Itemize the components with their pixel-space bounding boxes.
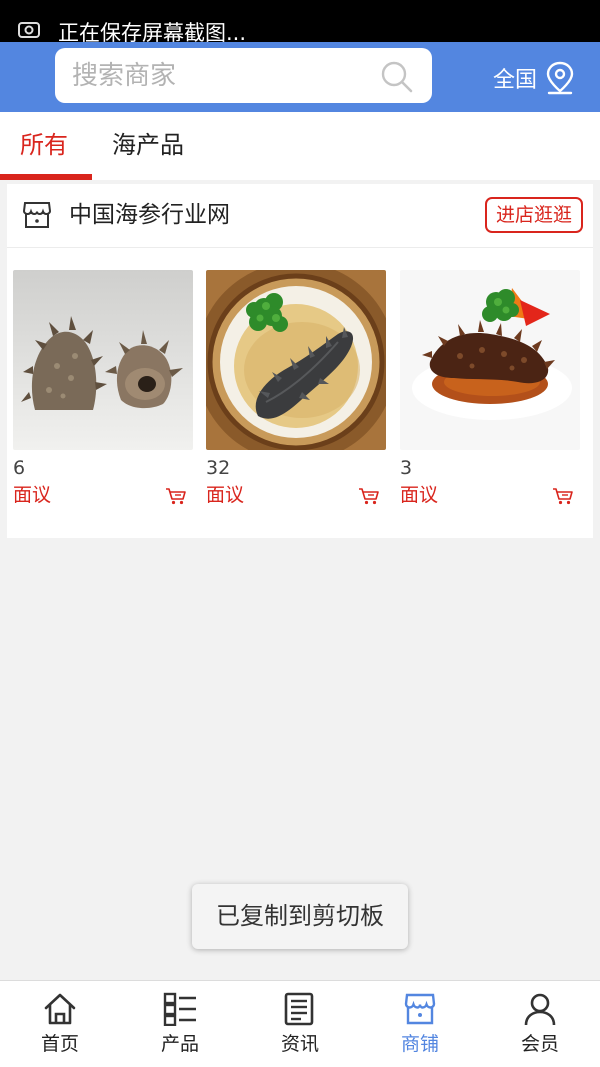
product-image[interactable] — [400, 270, 580, 450]
home-icon — [44, 993, 76, 1025]
nav-label: 首页 — [40, 1033, 79, 1055]
shop-card: 中国海参行业网 进店逛逛 6 面议 32 面议 3 面议 — [7, 184, 593, 538]
price-negotiable-label: 面议 — [13, 484, 52, 506]
cart-icon[interactable] — [552, 487, 574, 505]
grid-list-icon — [163, 992, 196, 1026]
user-icon — [524, 993, 556, 1026]
product-card[interactable]: 6 面议 — [13, 270, 193, 506]
product-price: 6 — [13, 457, 26, 479]
price-negotiable-label: 面议 — [206, 484, 245, 506]
visit-shop-button[interactable]: 进店逛逛 — [485, 197, 583, 233]
nav-products[interactable]: 产品 — [120, 981, 240, 1067]
news-icon — [284, 992, 314, 1026]
tab-seafood[interactable]: 海产品 — [112, 128, 184, 162]
category-tabs: 所有 海产品 — [0, 112, 600, 180]
product-image[interactable] — [206, 270, 386, 450]
search-box[interactable]: 搜索商家 — [55, 48, 432, 103]
nav-label: 资讯 — [280, 1033, 319, 1055]
top-bar: 搜索商家 全国 — [0, 42, 600, 112]
shop-icon — [404, 993, 436, 1025]
nav-shops[interactable]: 商铺 — [360, 981, 480, 1067]
search-input[interactable]: 搜索商家 — [72, 60, 176, 92]
copied-toast: 已复制到剪切板 — [192, 884, 408, 949]
location-pin-icon — [546, 61, 574, 95]
screenshot-icon — [18, 22, 40, 38]
tab-all[interactable]: 所有 — [20, 128, 68, 162]
product-price: 3 — [400, 457, 413, 479]
cart-icon[interactable] — [165, 487, 187, 505]
product-price: 32 — [206, 457, 231, 479]
product-image[interactable] — [13, 270, 193, 450]
search-icon[interactable] — [381, 61, 413, 93]
nav-member[interactable]: 会员 — [480, 981, 600, 1067]
nav-home[interactable]: 首页 — [0, 981, 120, 1067]
product-card[interactable]: 3 面议 — [400, 270, 580, 506]
shop-icon — [22, 202, 52, 228]
nav-label: 会员 — [520, 1033, 559, 1055]
active-tab-indicator — [0, 174, 92, 180]
nav-news[interactable]: 资讯 — [240, 981, 360, 1067]
status-bar: 正在保存屏幕截图... — [0, 0, 600, 45]
price-negotiable-label: 面议 — [400, 484, 439, 506]
region-selector[interactable]: 全国 — [493, 58, 575, 98]
nav-label: 产品 — [160, 1033, 199, 1055]
cart-icon[interactable] — [358, 487, 380, 505]
product-card[interactable]: 32 面议 — [206, 270, 386, 506]
bottom-nav: 首页 产品 资讯 商铺 会员 — [0, 980, 600, 1067]
shop-name: 中国海参行业网 — [69, 202, 230, 228]
nav-label: 商铺 — [400, 1033, 439, 1055]
shop-header[interactable]: 中国海参行业网 进店逛逛 — [7, 184, 593, 248]
region-label: 全国 — [493, 68, 538, 93]
